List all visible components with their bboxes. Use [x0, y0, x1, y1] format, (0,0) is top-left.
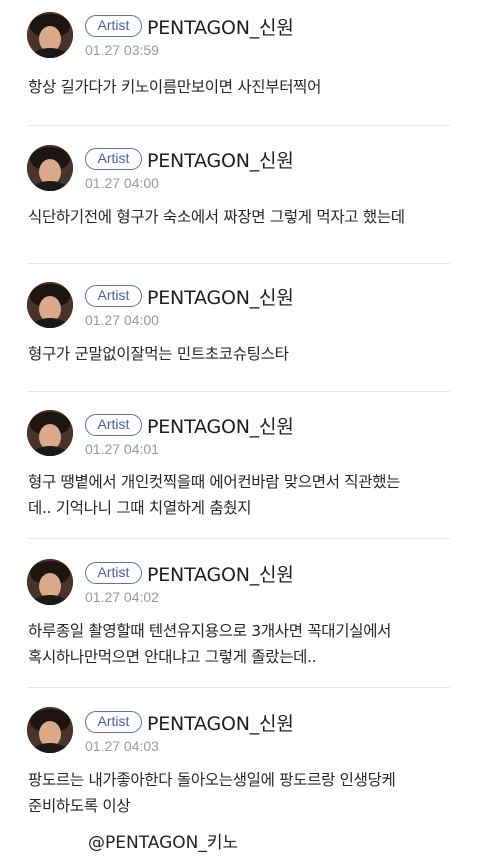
post-divider: [28, 687, 450, 688]
artist-badge: Artist: [85, 285, 142, 307]
post-timestamp: 01.27 04:00: [85, 312, 159, 328]
post-text: 형구가 군말없이잘먹는 민트초코슈팅스타: [28, 345, 289, 363]
avatar[interactable]: [27, 145, 73, 191]
artist-badge: Artist: [85, 711, 142, 733]
author-name[interactable]: PENTAGON_신원: [147, 709, 294, 736]
post-divider: [28, 391, 450, 392]
post-text: 팡도르는 내가좋아한다 돌아오는생일에 팡도르랑 인생당케 준비하도록 이상: [28, 771, 396, 815]
post-divider: [28, 538, 450, 539]
artist-badge: Artist: [85, 562, 142, 584]
author-name[interactable]: PENTAGON_신원: [147, 13, 294, 40]
source-credit: @PENTAGON_키노: [88, 833, 239, 853]
post-divider: [28, 125, 450, 126]
avatar[interactable]: [27, 559, 73, 605]
avatar[interactable]: [27, 707, 73, 753]
post-timestamp: 01.27 03:59: [85, 42, 159, 58]
avatar[interactable]: [27, 282, 73, 328]
post-timestamp: 01.27 04:03: [85, 738, 159, 754]
author-name[interactable]: PENTAGON_신원: [147, 412, 294, 439]
avatar[interactable]: [27, 12, 73, 58]
post-divider: [28, 263, 450, 264]
post-timestamp: 01.27 04:01: [85, 441, 159, 457]
artist-badge: Artist: [85, 15, 142, 37]
post-text: 식단하기전에 형구가 숙소에서 짜장면 그렇게 먹자고 했는데: [28, 208, 405, 226]
author-name[interactable]: PENTAGON_신원: [147, 146, 294, 173]
artist-badge: Artist: [85, 414, 142, 436]
post-text: 형구 땡볕에서 개인컷찍을때 에어컨바람 맞으면서 직관했는 데.. 기억나니 …: [28, 473, 401, 517]
post-text: 하루종일 촬영할때 텐션유지용으로 3개사면 꼭대기실에서 혹시하나만먹으면 안…: [28, 622, 392, 666]
author-name[interactable]: PENTAGON_신원: [147, 560, 294, 587]
post-timestamp: 01.27 04:02: [85, 589, 159, 605]
post-timestamp: 01.27 04:00: [85, 175, 159, 191]
avatar[interactable]: [27, 410, 73, 456]
author-name[interactable]: PENTAGON_신원: [147, 283, 294, 310]
post-text: 항상 길가다가 키노이름만보이면 사진부터찍어: [28, 78, 322, 96]
artist-badge: Artist: [85, 148, 142, 170]
